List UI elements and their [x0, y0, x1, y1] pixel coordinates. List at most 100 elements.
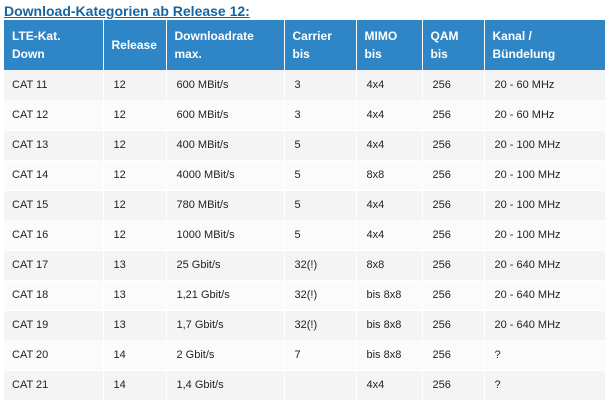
- cell-mimo: 8x8: [356, 250, 423, 281]
- cell-downloadrate: 1,21 Gbit/s: [166, 280, 285, 311]
- column-header-line: max.: [174, 47, 202, 61]
- cell-channel-bundling: 20 - 640 MHz: [484, 280, 605, 311]
- cell-downloadrate: 25 Gbit/s: [166, 250, 285, 281]
- column-header-release: Release: [103, 20, 167, 70]
- cell-release: 13: [103, 280, 167, 311]
- cell-category: CAT 18: [4, 280, 104, 311]
- cell-downloadrate: 600 MBit/s: [166, 100, 285, 131]
- column-header-line: bis: [292, 47, 310, 61]
- cell-category: CAT 14: [4, 160, 104, 191]
- cell-downloadrate: 780 MBit/s: [166, 190, 285, 221]
- cell-mimo: 4x4: [356, 190, 423, 221]
- cell-category: CAT 12: [4, 100, 104, 131]
- column-header-carrier: Carrier bis: [284, 20, 357, 70]
- table-row: CAT 17 13 25 Gbit/s 32(!) 8x8 256 20 - 640 MHz: [4, 250, 605, 281]
- cell-qam: 256: [422, 100, 485, 131]
- cell-channel-bundling: ?: [484, 370, 605, 401]
- cell-carrier: 5: [284, 220, 357, 251]
- cell-qam: 256: [422, 70, 485, 101]
- cell-mimo: 4x4: [356, 370, 423, 401]
- cell-release: 13: [103, 310, 167, 341]
- cell-release: 12: [103, 160, 167, 191]
- cell-release: 13: [103, 250, 167, 281]
- cell-mimo: 8x8: [356, 160, 423, 191]
- column-header-line: bis: [430, 47, 448, 61]
- column-header-qam: QAM bis: [422, 20, 485, 70]
- column-header-line: MIMO: [364, 29, 398, 43]
- page: Download-Kategorien ab Release 12: LTE-K…: [0, 0, 608, 412]
- cell-mimo: 4x4: [356, 220, 423, 251]
- cell-downloadrate: 4000 MBit/s: [166, 160, 285, 191]
- cell-mimo: 4x4: [356, 100, 423, 131]
- cell-channel-bundling: 20 - 640 MHz: [484, 310, 605, 341]
- table-row: CAT 13 12 400 MBit/s 5 4x4 256 20 - 100 MHz: [4, 130, 605, 161]
- cell-category: CAT 20: [4, 340, 104, 371]
- cell-mimo: bis 8x8: [356, 280, 423, 311]
- table-row: CAT 20 14 2 Gbit/s 7 bis 8x8 256?: [4, 340, 605, 371]
- cell-carrier: 3: [284, 70, 357, 101]
- cell-release: 12: [103, 130, 167, 161]
- column-header-line: LTE-Kat.: [12, 29, 61, 43]
- cell-qam: 256: [422, 160, 485, 191]
- cell-carrier: 32(!): [284, 280, 357, 311]
- cell-release: 12: [103, 190, 167, 221]
- column-header-line: Release: [111, 38, 157, 52]
- cell-carrier: 7: [284, 340, 357, 371]
- table-row: CAT 11 12 600 MBit/s 3 4x4 256 20 - 60 MHz: [4, 70, 605, 101]
- lte-category-table: LTE-Kat. Down Release Downloadrate max. …: [4, 20, 605, 401]
- table-row: CAT 15 12 780 MBit/s 5 4x4 256 20 - 100 MHz: [4, 190, 605, 221]
- table-row: CAT 16 12 1000 MBit/s 5 4x4 256 20 - 100 MHz: [4, 220, 605, 251]
- cell-qam: 256: [422, 250, 485, 281]
- cell-qam: 256: [422, 130, 485, 161]
- cell-channel-bundling: 20 - 100 MHz: [484, 220, 605, 251]
- column-header-line: Carrier: [292, 29, 332, 43]
- cell-channel-bundling: 20 - 640 MHz: [484, 250, 605, 281]
- column-header-line: Downloadrate: [174, 29, 254, 43]
- column-header-channel-bundling: Kanal / Bündelung: [484, 20, 605, 70]
- column-header-mimo: MIMO bis: [356, 20, 423, 70]
- cell-category: CAT 11: [4, 70, 104, 101]
- column-header-line: QAM: [430, 29, 459, 43]
- cell-carrier: [284, 370, 357, 401]
- table-row: CAT 19 13 1,7 Gbit/s 32(!) bis 8x8 256 20 - 64…: [4, 310, 605, 341]
- cell-downloadrate: 400 MBit/s: [166, 130, 285, 161]
- cell-channel-bundling: ?: [484, 340, 605, 371]
- cell-carrier: 5: [284, 190, 357, 221]
- cell-release: 12: [103, 70, 167, 101]
- cell-carrier: 32(!): [284, 310, 357, 341]
- cell-mimo: bis 8x8: [356, 340, 423, 371]
- cell-downloadrate: 600 MBit/s: [166, 70, 285, 101]
- cell-channel-bundling: 20 - 100 MHz: [484, 130, 605, 161]
- cell-carrier: 5: [284, 160, 357, 191]
- column-header-line: Bündelung: [492, 47, 556, 61]
- cell-downloadrate: 2 Gbit/s: [166, 340, 285, 371]
- table-header-row: LTE-Kat. Down Release Downloadrate max. …: [4, 20, 605, 70]
- column-header-downloadrate: Downloadrate max.: [166, 20, 285, 70]
- cell-downloadrate: 1000 MBit/s: [166, 220, 285, 251]
- cell-release: 14: [103, 370, 167, 401]
- cell-qam: 256: [422, 190, 485, 221]
- cell-category: CAT 19: [4, 310, 104, 341]
- column-header-line: Kanal /: [492, 29, 532, 43]
- cell-carrier: 3: [284, 100, 357, 131]
- cell-category: CAT 13: [4, 130, 104, 161]
- cell-category: CAT 21: [4, 370, 104, 401]
- cell-mimo: 4x4: [356, 70, 423, 101]
- column-header-line: bis: [364, 47, 382, 61]
- table-row: CAT 12 12 600 MBit/s 3 4x4 256 20 - 60 MHz: [4, 100, 605, 131]
- page-title: Download-Kategorien ab Release 12:: [4, 3, 250, 19]
- cell-qam: 256: [422, 370, 485, 401]
- cell-carrier: 32(!): [284, 250, 357, 281]
- column-header-category: LTE-Kat. Down: [4, 20, 104, 70]
- cell-downloadrate: 1,7 Gbit/s: [166, 310, 285, 341]
- cell-release: 12: [103, 220, 167, 251]
- cell-channel-bundling: 20 - 60 MHz: [484, 100, 605, 131]
- cell-category: CAT 16: [4, 220, 104, 251]
- cell-mimo: 4x4: [356, 130, 423, 161]
- cell-channel-bundling: 20 - 60 MHz: [484, 70, 605, 101]
- cell-category: CAT 15: [4, 190, 104, 221]
- cell-category: CAT 17: [4, 250, 104, 281]
- table-row: CAT 14 12 4000 MBit/s 5 8x8 256 20 - 100 MHz: [4, 160, 605, 191]
- cell-qam: 256: [422, 220, 485, 251]
- cell-mimo: bis 8x8: [356, 310, 423, 341]
